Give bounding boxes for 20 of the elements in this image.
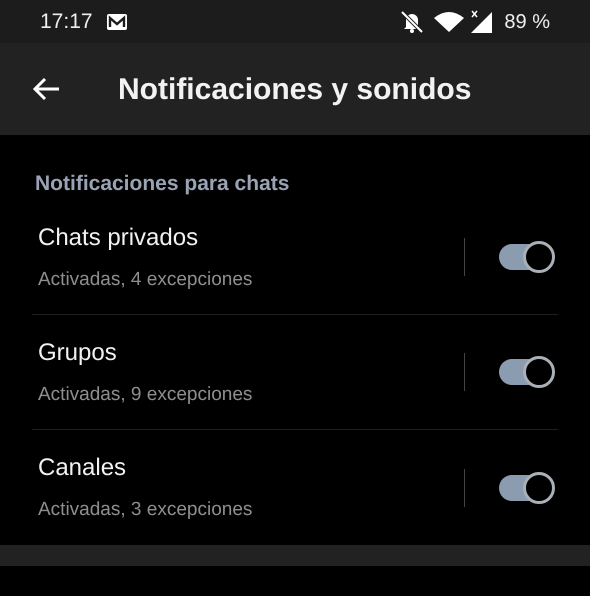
settings-row[interactable]: Canales Activadas, 3 excepciones [32,430,558,545]
wifi-icon [434,12,464,32]
toggle-switch[interactable] [497,355,555,389]
toolbar-title: Notificaciones y sonidos [118,72,472,108]
status-time: 17:17 [40,8,93,35]
row-subtitle: Activadas, 9 excepciones [38,382,254,407]
settings-row[interactable]: Grupos Activadas, 9 excepciones [32,315,558,430]
row-title: Grupos [38,338,118,368]
back-arrow-icon [32,77,60,101]
settings-row[interactable]: Chats privados Activadas, 4 excepciones [32,200,558,315]
muted-bell-icon [400,10,424,32]
toggle-switch[interactable] [497,240,555,274]
battery-level: 89 % [504,10,550,34]
row-title: Chats privados [38,222,200,253]
toggle-switch[interactable] [497,470,555,504]
section-header: Notificaciones para chats [34,171,290,197]
row-title: Canales [38,453,128,484]
mail-icon [106,14,127,30]
row-subtitle: Activadas, 4 excepciones [38,268,254,292]
row-subtitle: Activadas, 3 excepciones [38,498,254,522]
